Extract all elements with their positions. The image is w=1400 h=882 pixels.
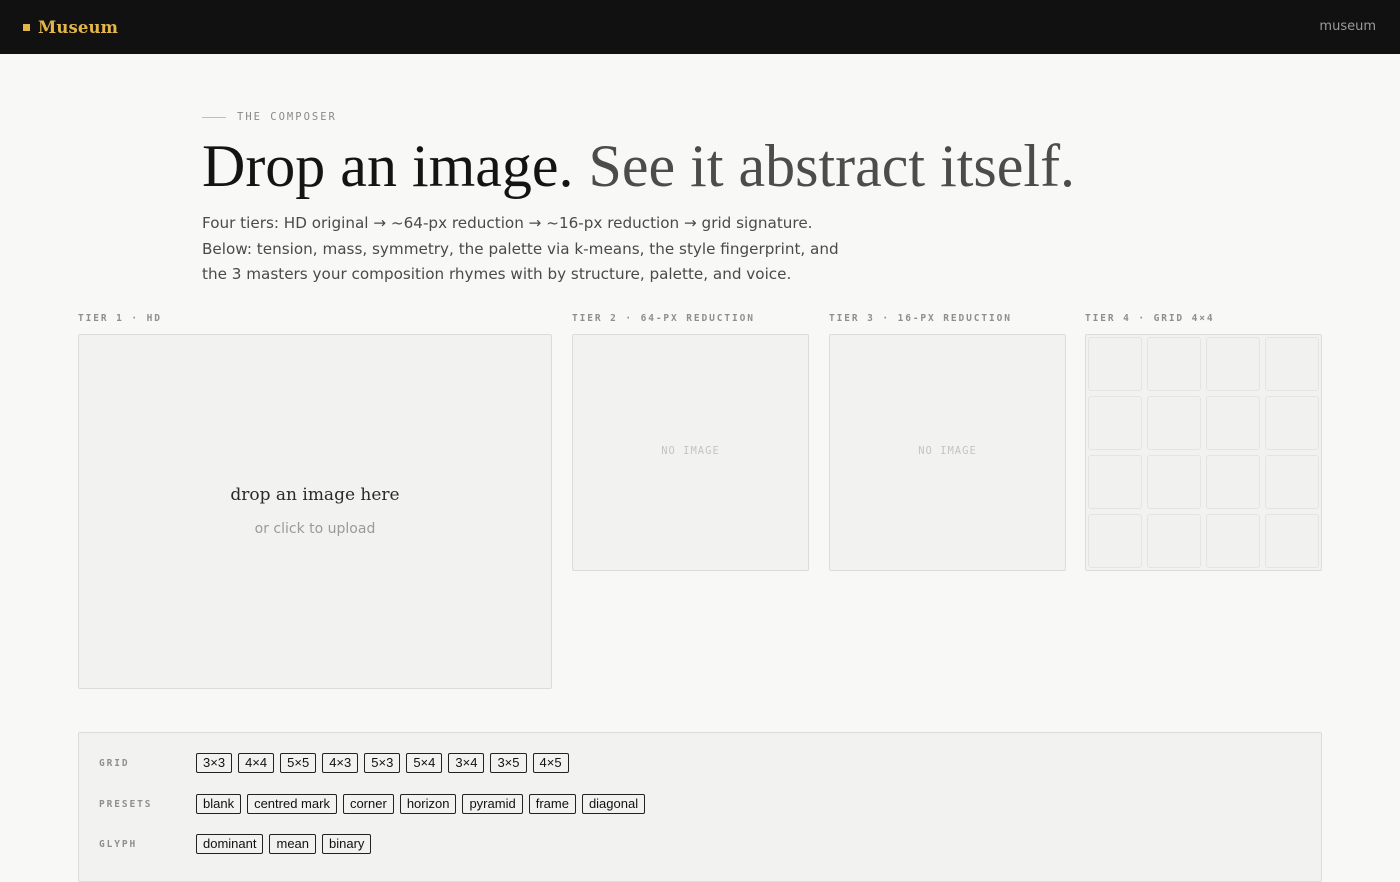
tier3-label: TIER 3 · 16-PX REDUCTION [829,313,1012,324]
glyph-mean[interactable]: mean [269,834,317,854]
tier4-label: TIER 4 · GRID 4×4 [1085,313,1215,324]
tier1-label: TIER 1 · HD [78,313,162,324]
tier2-preview: NO IMAGE [572,334,809,571]
grid-cell [1206,396,1260,450]
preset-corner[interactable]: corner [342,794,394,814]
grid-cell [1088,337,1142,391]
grid-cell [1206,514,1260,568]
controls-panel: GRID 3×3 4×4 5×5 4×3 5×3 5×4 3×4 3×5 4×5… [78,732,1322,882]
grid-cell [1088,396,1142,450]
grid-option-3x3[interactable]: 3×3 [196,753,233,773]
subhead-line: the 3 masters your composition rhymes wi… [202,265,792,283]
grid-option-5x4[interactable]: 5×4 [406,753,443,773]
glyph-dominant[interactable]: dominant [196,834,264,854]
preset-horizon[interactable]: horizon [399,794,457,814]
preset-options: blank centred mark corner horizon pyrami… [196,794,646,814]
brand-name: Museum [38,17,119,37]
preset-frame[interactable]: frame [528,794,576,814]
eyebrow-text: THE COMPOSER [237,111,337,123]
headline-accent: See it abstract itself. [588,133,1076,199]
grid-cell [1206,455,1260,509]
grid-cell [1088,455,1142,509]
drop-title: drop an image here [230,485,400,505]
grid-cell [1088,514,1142,568]
grid-cell [1265,337,1319,391]
grid-option-4x3[interactable]: 4×3 [322,753,359,773]
glyph-label: GLYPH [99,838,138,850]
tier3-empty-text: NO IMAGE [918,445,977,457]
grid-option-3x4[interactable]: 3×4 [448,753,485,773]
glyph-options: dominant mean binary [196,834,372,854]
museum-link[interactable]: museum [1319,19,1376,34]
grid-option-5x3[interactable]: 5×3 [364,753,401,773]
tier2-empty-text: NO IMAGE [661,445,720,457]
preset-centred-mark[interactable]: centred mark [247,794,337,814]
grid-cell [1265,455,1319,509]
tier2-label: TIER 2 · 64-PX REDUCTION [572,313,755,324]
brand-square-icon [23,23,30,31]
page-title: Drop an image. See it abstract itself. [202,133,1075,199]
presets-label: PRESETS [99,798,153,810]
grid-options: 3×3 4×4 5×5 4×3 5×3 5×4 3×4 3×5 4×5 [196,753,569,773]
grid-option-4x4[interactable]: 4×4 [238,753,275,773]
subhead-line: Below: tension, mass, symmetry, the pale… [202,239,839,258]
grid-cell [1206,337,1260,391]
eyebrow: THE COMPOSER [202,110,337,124]
grid-cell [1147,396,1201,450]
preset-diagonal[interactable]: diagonal [581,794,646,814]
grid-cell [1147,337,1201,391]
eyebrow-rule [202,116,226,118]
grid-option-4x5[interactable]: 4×5 [532,753,569,773]
subhead: Four tiers: HD original → ~64-px reducti… [202,211,862,288]
brand[interactable]: Museum [23,15,118,39]
top-bar: Museum museum [0,0,1400,54]
preset-pyramid[interactable]: pyramid [462,794,523,814]
grid-cell [1147,514,1201,568]
grid-cell [1265,396,1319,450]
grid-option-5x5[interactable]: 5×5 [280,753,317,773]
grid-cell [1265,514,1319,568]
tier3-preview: NO IMAGE [829,334,1066,571]
subhead-line: Four tiers: HD original → ~64-px reducti… [202,214,813,232]
headline-main: Drop an image. [202,133,574,199]
preset-blank[interactable]: blank [196,794,242,814]
glyph-binary[interactable]: binary [322,834,372,854]
grid-signature [1088,337,1319,568]
image-drop-zone[interactable]: drop an image here or click to upload [78,334,552,689]
grid-option-3x5[interactable]: 3×5 [490,753,527,773]
tier4-grid [1085,334,1322,571]
grid-label: GRID [99,757,130,769]
drop-subtitle: or click to upload [254,521,376,537]
grid-cell [1147,455,1201,509]
